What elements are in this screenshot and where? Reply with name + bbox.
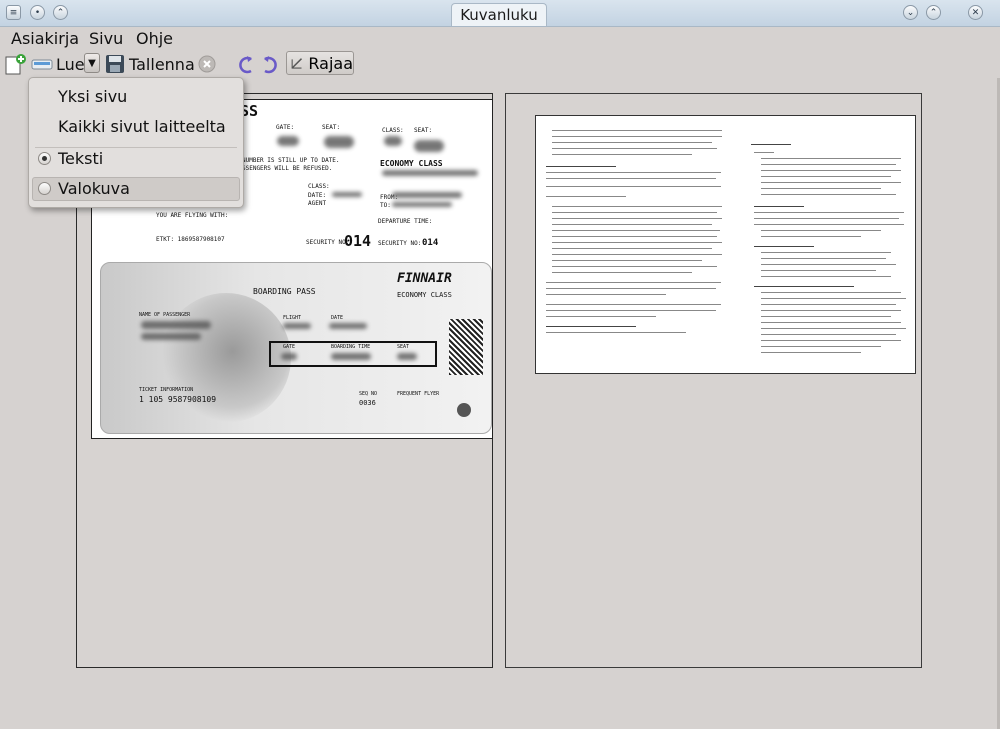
redaction [392, 202, 452, 207]
stop-icon [198, 55, 216, 73]
redaction [414, 140, 444, 152]
bp-flying-with: YOU ARE FLYING WITH: [156, 212, 229, 219]
redaction [392, 192, 462, 198]
single-page-label: Yksi sivu [58, 87, 128, 106]
bp-to-label: TO: [380, 202, 391, 209]
bp-economy-class: ECONOMY CLASS [380, 159, 443, 168]
new-document-button[interactable] [4, 52, 28, 76]
bp-seq-no-label: SEQ NO [359, 391, 378, 397]
crop-label: Rajaa [308, 53, 353, 73]
bp-etkt: ETKT: 1869587908107 [156, 236, 225, 243]
menu-sivu[interactable]: Sivu [89, 29, 123, 48]
barcode [449, 319, 483, 375]
bp-name-of-passenger: NAME OF PASSENGER [139, 312, 191, 318]
radio-unselected-icon [38, 182, 51, 195]
minimize-icon[interactable]: ⌄ [903, 5, 918, 20]
menu-item-single-page[interactable]: Yksi sivu [29, 85, 243, 109]
close-icon[interactable]: ✕ [968, 5, 983, 20]
bp-seat-label: SEAT: [322, 124, 341, 131]
redaction [384, 136, 402, 146]
bp-date-label: DATE: [308, 192, 327, 199]
chevron-down-icon: ▼ [88, 57, 96, 69]
bp-seat: SEAT [397, 344, 410, 350]
bp-class-label: CLASS: [382, 127, 404, 134]
rotate-right-button[interactable] [260, 52, 280, 76]
scanner-icon [31, 59, 53, 70]
save-label: Tallenna [129, 54, 195, 74]
redaction [331, 353, 371, 360]
toolbar: Lue ▼ Tallenna [0, 50, 1000, 78]
scan-button[interactable]: Lue [31, 52, 85, 76]
bp-ticket-number: 1 105 9587908109 [139, 395, 217, 404]
redaction [332, 192, 362, 197]
menu-bar: Asiakirja Sivu Ohje [0, 27, 1000, 50]
all-pages-label: Kaikki sivut laitteelta [58, 117, 226, 136]
redaction [324, 136, 354, 148]
text-option-label: Teksti [58, 149, 104, 168]
menu-item-all-pages[interactable]: Kaikki sivut laitteelta [29, 115, 243, 139]
crop-button[interactable]: Rajaa [286, 51, 354, 75]
redaction [329, 323, 367, 329]
scan-options-dropdown[interactable]: ▼ [84, 53, 100, 73]
bp-departure-time: DEPARTURE TIME: [378, 218, 433, 225]
rotate-left-icon [239, 56, 252, 74]
bp-security-label-2: SECURITY NO: [378, 240, 422, 247]
boarding-pass-card: FINNAIR BOARDING PASS ECONOMY CLASS NAME… [100, 262, 492, 434]
page-right-frame[interactable] [505, 93, 922, 668]
stop-button[interactable] [198, 52, 216, 76]
bp-class-label-2: CLASS: [308, 183, 330, 190]
window-titlebar: ≡ • ⌃ Kuvanluku ⌄ ⌃ ✕ [0, 0, 1000, 27]
bp-ticket-information: TICKET INFORMATION [139, 387, 194, 393]
bp-agent-label: AGENT [308, 200, 327, 207]
bp-flight: FLIGHT [283, 315, 302, 321]
photo-option-label: Valokuva [58, 179, 130, 198]
bp-seat-label-2: SEAT: [414, 127, 433, 134]
bp-security-label: SECURITY NO: [306, 239, 350, 246]
maximize-icon[interactable]: ⌃ [926, 5, 941, 20]
window-title: Kuvanluku [451, 3, 547, 26]
save-button[interactable]: Tallenna [105, 52, 195, 76]
rotate-right-icon [264, 56, 277, 74]
scan-options-menu: Yksi sivu Kaikki sivut laitteelta Teksti… [28, 77, 244, 208]
menu-item-photo[interactable]: Valokuva [32, 177, 240, 201]
bp-seq-no: 0036 [359, 399, 376, 407]
minimize-all-icon[interactable]: • [30, 5, 45, 20]
redaction [281, 353, 297, 360]
crop-icon [291, 58, 303, 69]
bp-security-no: 014 [344, 232, 372, 250]
rotate-left-button[interactable] [236, 52, 256, 76]
redaction [283, 323, 311, 329]
keep-above-icon[interactable]: ⌃ [53, 5, 68, 20]
bp-boarding-pass: BOARDING PASS [253, 287, 316, 296]
bp-economy-class-2: ECONOMY CLASS [397, 291, 452, 299]
redaction [382, 170, 478, 176]
new-document-icon [5, 54, 26, 75]
save-icon [106, 55, 124, 73]
scan-label: Lue [56, 54, 85, 74]
airline-logo-text: FINNAIR [397, 271, 452, 286]
radio-selected-icon [38, 152, 51, 165]
bp-boarding-time: BOARDING TIME [331, 344, 371, 350]
bp-date: DATE [331, 315, 344, 321]
bp-warning-1: NUMBER IS STILL UP TO DATE. [242, 157, 340, 164]
bp-frequent-flyer: FREQUENT FLYER [397, 391, 440, 397]
bp-gate: GATE [283, 344, 296, 350]
menu-asiakirja[interactable]: Asiakirja [11, 29, 79, 48]
redaction [141, 321, 211, 329]
menu-item-text[interactable]: Teksti [29, 147, 243, 171]
window-menu-icon[interactable]: ≡ [6, 5, 21, 20]
redaction [277, 136, 299, 146]
gate-box: GATE BOARDING TIME SEAT [269, 341, 437, 367]
bp-warning-2: SSENGERS WILL BE REFUSED. [242, 165, 333, 172]
redaction [397, 353, 417, 360]
bp-security-no-2: 014 [422, 238, 439, 248]
redaction [141, 333, 201, 340]
star-alliance-logo [457, 403, 471, 417]
bp-gate-label: GATE: [276, 124, 295, 131]
menu-ohje[interactable]: Ohje [136, 29, 173, 48]
page-right-scan [535, 115, 916, 374]
